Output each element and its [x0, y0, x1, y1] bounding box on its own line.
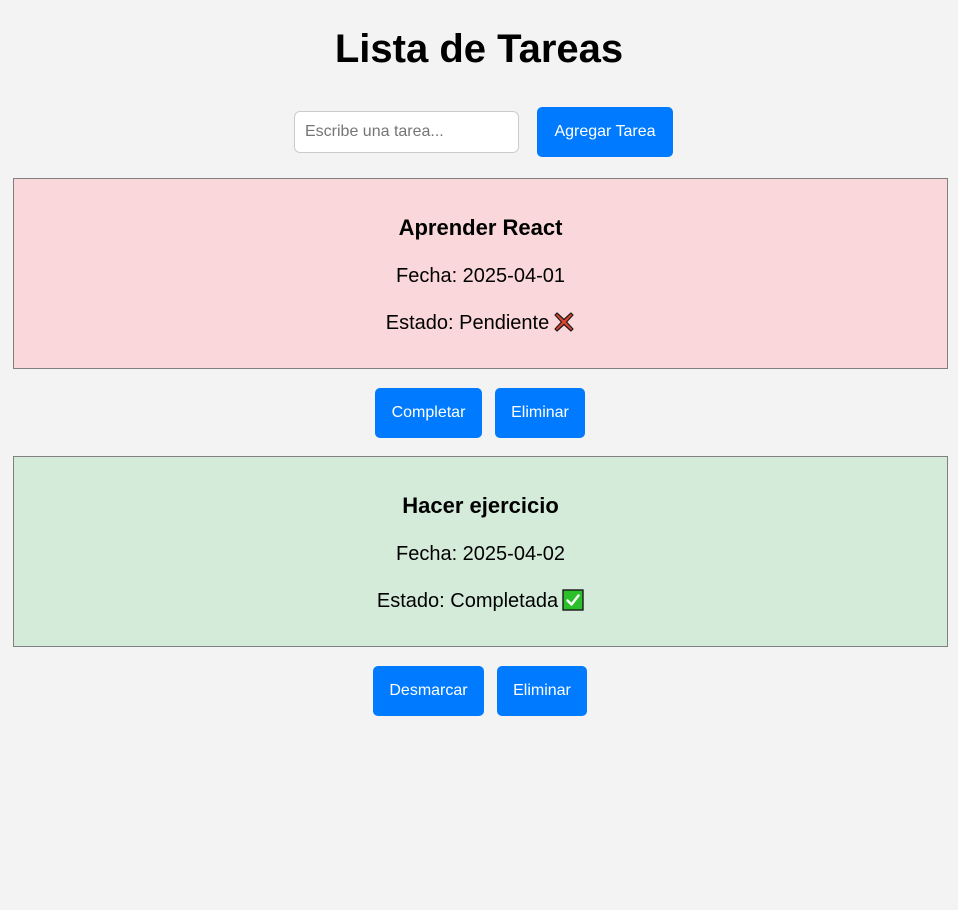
task-status-label: Estado: Pendiente	[385, 312, 550, 334]
task-date: Fecha: 2025-04-02	[395, 543, 565, 565]
task-actions: Completar Eliminar	[0, 388, 958, 438]
page: Lista de Tareas Agregar Tarea Aprender R…	[0, 0, 958, 910]
task-status: Estado: Pendiente	[14, 311, 947, 335]
delete-button[interactable]: Eliminar	[497, 666, 587, 716]
task-input[interactable]	[294, 111, 519, 153]
page-title: Lista de Tareas	[334, 27, 624, 71]
task-card: Aprender React Fecha: 2025-04-01 Estado:…	[13, 178, 948, 369]
task-title: Aprender React	[398, 215, 563, 240]
complete-button[interactable]: Completar	[375, 388, 482, 438]
add-task-form: Agregar Tarea	[0, 107, 958, 157]
task-title: Hacer ejercicio	[402, 493, 559, 518]
task-card: Hacer ejercicio Fecha: 2025-04-02 Estado…	[13, 456, 948, 647]
add-task-button[interactable]: Agregar Tarea	[537, 107, 673, 157]
check-mark-icon	[562, 589, 584, 611]
uncheck-button[interactable]: Desmarcar	[373, 666, 484, 716]
cross-mark-icon	[553, 311, 575, 333]
task-status-label: Estado: Completada	[376, 590, 559, 612]
task-status: Estado: Completada	[14, 589, 947, 613]
delete-button[interactable]: Eliminar	[495, 388, 585, 438]
task-actions: Desmarcar Eliminar	[0, 666, 958, 716]
task-date: Fecha: 2025-04-01	[395, 265, 565, 287]
